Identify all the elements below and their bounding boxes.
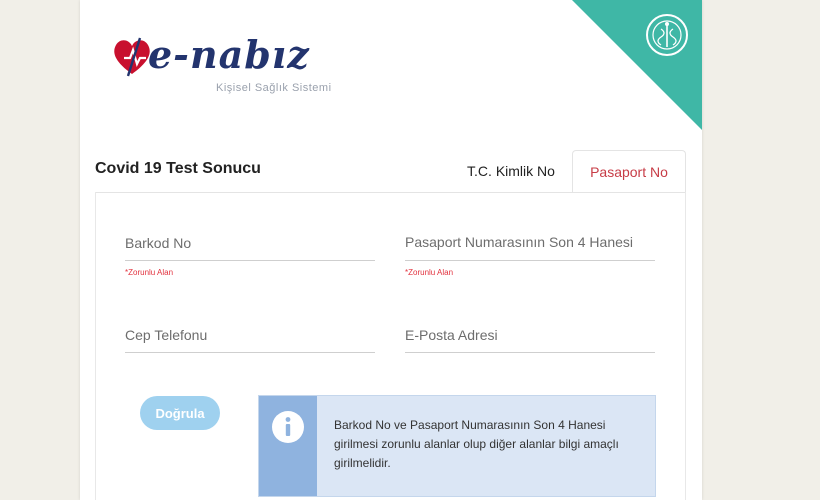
email-input[interactable]: [405, 318, 655, 353]
brand-subtitle: Kişisel Sağlık Sistemi: [216, 82, 332, 94]
info-message: Barkod No ve Pasaport Numarasının Son 4 …: [334, 418, 619, 470]
e-nabiz-logo: e-nabız Kişisel Sağlık Sistemi: [110, 26, 350, 106]
ministry-emblem-icon: [646, 14, 688, 56]
info-box: Barkod No ve Pasaport Numarasının Son 4 …: [258, 395, 656, 497]
barcode-field: [125, 226, 375, 262]
info-icon: [272, 411, 304, 443]
phone-input[interactable]: [125, 318, 375, 353]
passport-required-note: *Zorunlu Alan: [405, 268, 454, 277]
brand-name: e-nabız: [148, 32, 310, 77]
verify-button[interactable]: Doğrula: [140, 396, 220, 430]
passport-last4-field: Pasaport Numarasının Son 4 Hanesi: [405, 226, 655, 262]
email-field: [405, 318, 655, 354]
barcode-input[interactable]: [125, 226, 375, 261]
info-sidebar: [259, 396, 317, 496]
barcode-required-note: *Zorunlu Alan: [125, 268, 174, 277]
page-title: Covid 19 Test Sonucu: [95, 160, 261, 177]
tab-tc-kimlik[interactable]: T.C. Kimlik No: [450, 150, 572, 192]
login-card: e-nabız Kişisel Sağlık Sistemi Covid 19 …: [80, 0, 702, 500]
passport-last4-input[interactable]: [405, 226, 655, 261]
tab-pasaport[interactable]: Pasaport No: [572, 150, 686, 193]
phone-field: [125, 318, 375, 354]
